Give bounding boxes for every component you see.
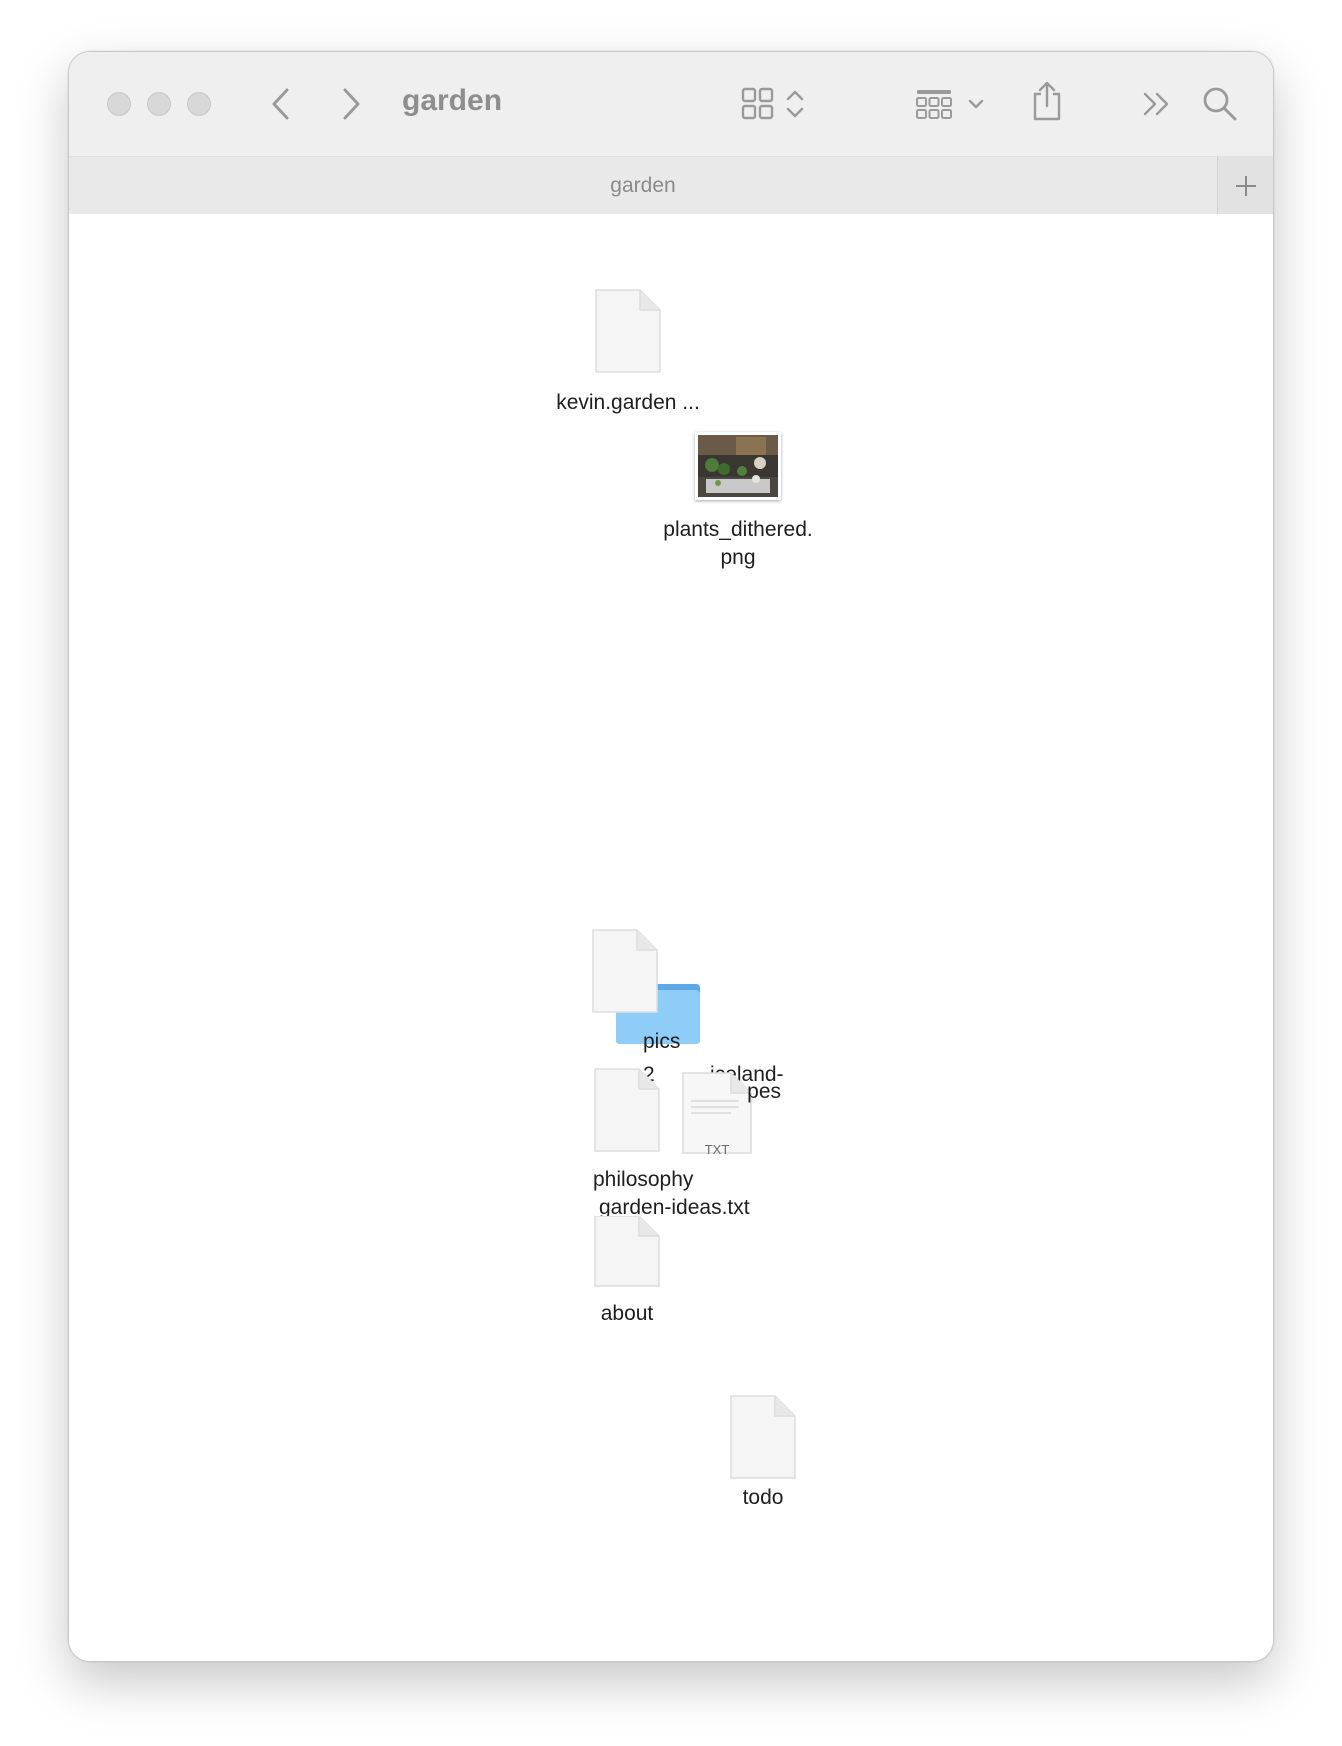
file-name-iceland-end[interactable]: pes [681, 1078, 781, 1106]
group-by-icon[interactable] [915, 88, 989, 122]
file-name-kevin-garden[interactable]: kevin.garden ... [538, 389, 718, 417]
toolbar: garden [69, 52, 1273, 156]
file-area[interactable]: kevin.garden ... plants_dithered. png pi… [69, 214, 1273, 1661]
close-button[interactable] [107, 92, 131, 116]
more-icon[interactable] [1141, 90, 1173, 118]
document-icon-pics[interactable] [591, 928, 659, 1014]
document-icon[interactable] [594, 288, 662, 374]
forward-icon[interactable] [339, 87, 363, 121]
file-name-plants-dithered-ext[interactable]: png [653, 544, 823, 572]
document-icon-about[interactable] [593, 1216, 661, 1288]
file-name-about[interactable]: about [594, 1300, 660, 1328]
finder-window: garden garden kevin.garden ... plants_di… [68, 51, 1274, 1662]
document-icon-philosophy[interactable] [593, 1067, 661, 1153]
window-title: garden [402, 84, 503, 117]
zoom-button[interactable] [187, 92, 211, 116]
plus-icon [1235, 175, 1256, 196]
file-name-todo[interactable]: todo [723, 1484, 803, 1512]
document-icon-todo[interactable] [729, 1394, 797, 1480]
back-icon[interactable] [269, 87, 293, 121]
new-tab-button[interactable] [1217, 157, 1273, 214]
plants-photo-icon [698, 435, 778, 497]
tab-bar: garden [69, 156, 1273, 215]
file-name-philosophy[interactable]: philosophy [593, 1166, 793, 1194]
icon-view-icon[interactable] [741, 87, 811, 121]
file-name-pics[interactable]: pics [643, 1028, 743, 1056]
search-icon[interactable] [1201, 85, 1239, 123]
txt-badge: TXT [704, 1142, 730, 1157]
minimize-button[interactable] [147, 92, 171, 116]
file-name-plants-dithered[interactable]: plants_dithered. [653, 516, 823, 544]
image-thumbnail[interactable] [695, 432, 781, 500]
tab-garden[interactable]: garden [69, 174, 1217, 198]
share-icon[interactable] [1029, 80, 1065, 122]
